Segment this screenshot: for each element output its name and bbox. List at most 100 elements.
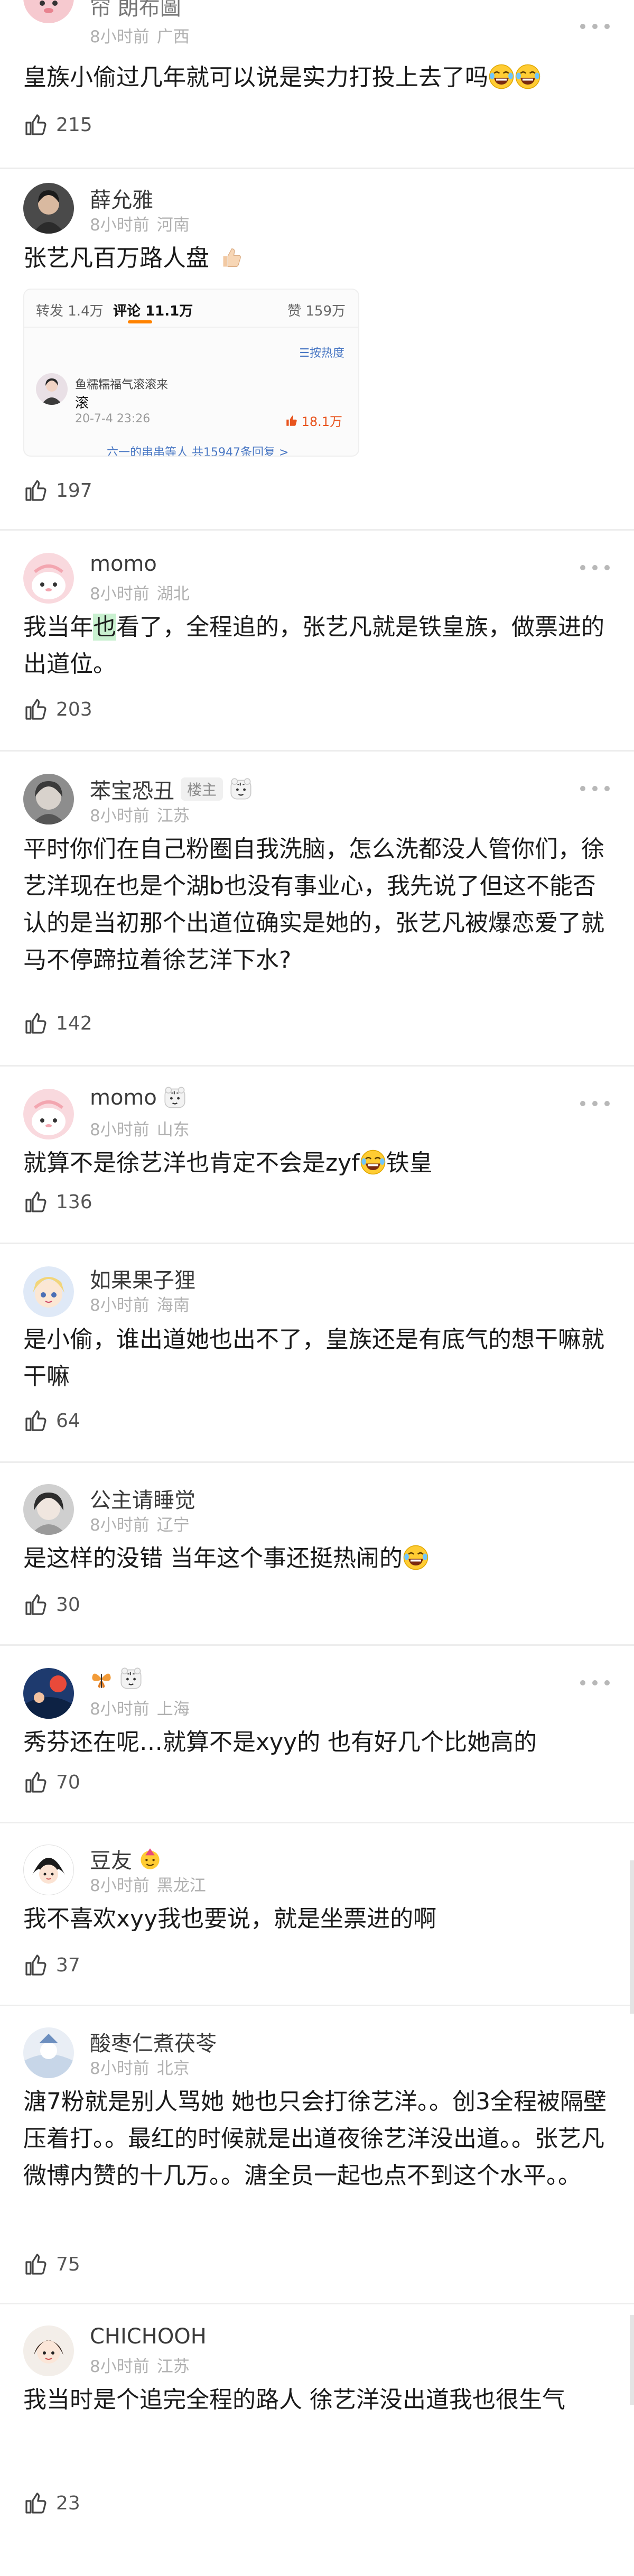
comment-meta: 8小时前 湖北: [90, 580, 190, 604]
embed-comment-date: 20-7-4 23:26: [75, 412, 151, 425]
comment-text: 皇族小偷过几年就可以说是实力打投上去了吗: [23, 59, 610, 96]
embed-comment-text: 滚: [75, 395, 89, 411]
laugh-cry-emoji-icon: [515, 63, 541, 90]
comment-item: CHICHOOH 8小时前 江苏 我当时是个追完全程的路人 徐艺洋没出道我也很生气…: [0, 2304, 634, 2576]
comment-text: 我当年也看了，全程追的，张艺凡就是铁皇族，做票进的出道位。: [23, 614, 604, 678]
like-button[interactable]: 75: [23, 2251, 80, 2277]
like-button[interactable]: 37: [23, 1952, 80, 1978]
comment-text: 溏7粉就是别人骂她 她也只会打徐艺洋。。创3全程被隔壁压着打。。最红的时候就是出…: [23, 2088, 607, 2189]
comment-time: 8小时前: [90, 2357, 150, 2376]
comment-time: 8小时前: [90, 1876, 150, 1895]
username[interactable]: 公主请睡觉: [90, 1483, 195, 1514]
comment-location: 海南: [156, 1296, 190, 1315]
thumbs-up-emoji-icon: [217, 244, 243, 271]
avatar[interactable]: [23, 1845, 74, 1895]
more-dots-icon[interactable]: [580, 783, 610, 794]
comment-meta: 8小时前 海南: [90, 1292, 190, 1315]
username[interactable]: momo: [90, 1086, 157, 1110]
comment-text: 我当时是个追完全程的路人 徐艺洋没出道我也很生气: [23, 2386, 565, 2413]
comment-meta: 8小时前 广西: [90, 23, 190, 47]
avatar[interactable]: [23, 553, 74, 604]
tiger-badge-icon: [229, 777, 253, 801]
like-button[interactable]: 142: [23, 1011, 92, 1036]
like-button[interactable]: 215: [23, 112, 92, 137]
username[interactable]: 酸枣仁煮茯苓: [90, 2026, 217, 2057]
embedded-screenshot[interactable]: 转发 1.4万 评论 11.1万 赞 159万 ☰按热度 鱼糯糯福气滚滚来 滚 …: [23, 289, 359, 457]
highlighted-text: 也: [93, 614, 116, 641]
thumbs-up-icon: [23, 1769, 49, 1795]
comment-location: 黑龙江: [156, 1876, 206, 1895]
scrollbar-track[interactable]: [630, 1860, 634, 2014]
more-dots-icon[interactable]: [580, 562, 610, 573]
comment-time: 8小时前: [90, 2059, 150, 2078]
party-face-icon: [138, 1847, 162, 1870]
like-button[interactable]: 203: [23, 697, 92, 722]
like-count: 215: [56, 114, 92, 136]
comment-text: 秀芬还在呢…就算不是xyy的 也有好几个比她高的: [23, 1729, 537, 1756]
embed-sort-by-hot: ☰按热度: [299, 347, 344, 360]
like-count: 23: [56, 2492, 80, 2514]
username[interactable]: 如果果子狸: [90, 1263, 195, 1294]
like-button[interactable]: 197: [23, 478, 92, 503]
like-button[interactable]: 23: [23, 2490, 80, 2516]
like-button[interactable]: 30: [23, 1592, 80, 1617]
comment-location: 辽宁: [156, 1516, 190, 1535]
comment-location: 湖北: [156, 585, 190, 604]
username[interactable]: 苯宝恐丑: [90, 774, 174, 804]
comment-time: 8小时前: [90, 1296, 150, 1315]
avatar[interactable]: [23, 183, 74, 234]
avatar[interactable]: [23, 1089, 74, 1139]
avatar[interactable]: [23, 2027, 74, 2078]
tiger-badge-icon: [163, 1086, 187, 1109]
more-dots-icon[interactable]: [580, 1098, 610, 1109]
comment-meta: 8小时前 江苏: [90, 2353, 190, 2377]
thumbs-up-icon: [23, 478, 49, 503]
comment-meta: 8小时前 上海: [90, 1695, 190, 1719]
username[interactable]: CHICHOOH: [90, 2324, 207, 2349]
avatar[interactable]: [23, 1484, 74, 1535]
laugh-cry-emoji-icon: [360, 1149, 386, 1175]
username[interactable]: 豆友: [90, 1843, 132, 1874]
thumbs-up-icon: [23, 112, 49, 137]
username[interactable]: 薛允雅: [90, 183, 153, 214]
comment-location: 江苏: [156, 807, 190, 826]
embed-reply-link: 六一的串串等人 共15947条回复 >: [107, 446, 289, 457]
comment-meta: 8小时前 黑龙江: [90, 1872, 206, 1896]
comment-meta: 8小时前 北京: [90, 2055, 190, 2079]
embed-tab-repost: 转发 1.4万: [36, 303, 104, 319]
username[interactable]: 帘 朗布圖: [90, 0, 181, 21]
like-button[interactable]: 136: [23, 1189, 92, 1215]
scrollbar-track[interactable]: [630, 2315, 634, 2405]
avatar[interactable]: [23, 774, 74, 824]
avatar[interactable]: [23, 1266, 74, 1317]
thumbs-up-icon: [23, 1952, 49, 1978]
comment-location: 山东: [156, 1120, 190, 1139]
more-dots-icon[interactable]: [580, 1678, 610, 1688]
like-count: 142: [56, 1012, 92, 1034]
thumbs-up-icon: [23, 1592, 49, 1617]
comment-time: 8小时前: [90, 1700, 150, 1719]
thumbs-up-icon: [23, 1408, 49, 1433]
laugh-cry-emoji-icon: [488, 63, 515, 90]
like-count: 75: [56, 2253, 80, 2275]
comment-text: 是这样的没错 当年这个事还挺热闹的: [23, 1540, 610, 1577]
comment-time: 8小时前: [90, 27, 150, 47]
username[interactable]: momo: [90, 552, 157, 576]
comment-meta: 8小时前 山东: [90, 1116, 190, 1140]
embed-like-count: 18.1万: [285, 411, 342, 430]
comment-time: 8小时前: [90, 216, 150, 235]
like-button[interactable]: 70: [23, 1769, 80, 1795]
avatar[interactable]: [23, 1668, 74, 1719]
comment-location: 北京: [156, 2059, 190, 2078]
comment-item: momo 8小时前 湖北 我当年也看了，全程追的，张艺凡就是铁皇族，做票进的出道位…: [0, 531, 634, 752]
comment-item: 8小时前 上海 秀芬还在呢…就算不是xyy的 也有好几个比她高的 70: [0, 1646, 634, 1823]
avatar[interactable]: [23, 2325, 74, 2376]
comment-text: 张艺凡百万路人盘: [23, 240, 610, 277]
avatar[interactable]: [23, 0, 74, 23]
thumbs-up-icon: [23, 697, 49, 722]
more-dots-icon[interactable]: [580, 21, 610, 32]
like-button[interactable]: 64: [23, 1408, 80, 1433]
comment-text: 是小偷，谁出道她也出不了，皇族还是有底气的想干嘛就干嘛: [23, 1326, 604, 1390]
comment-meta: 8小时前 河南: [90, 211, 190, 235]
comment-location: 广西: [156, 27, 190, 47]
